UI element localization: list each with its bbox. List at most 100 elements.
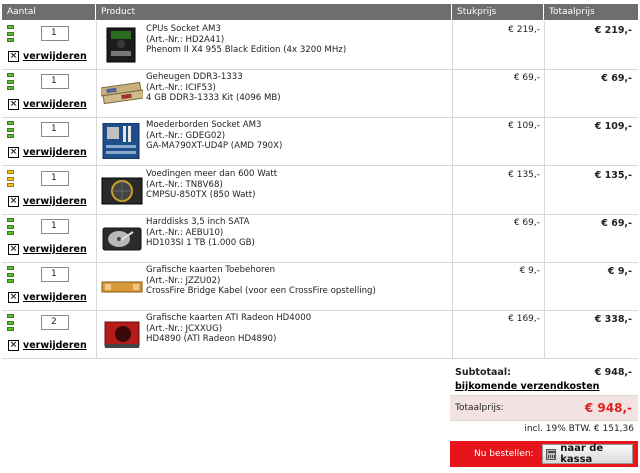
product-description: Grafische kaarten ATI Radeon HD4000 (Art.… — [146, 313, 311, 345]
quantity-input[interactable]: 1 — [41, 122, 69, 137]
column-divider — [96, 166, 97, 214]
column-divider — [96, 117, 97, 165]
remove-label: verwijderen — [23, 98, 87, 110]
header-stukprijs: Stukprijs — [452, 4, 544, 20]
product-artnr: (Art.-Nr.: AEBU10) — [146, 227, 224, 238]
checkout-bar: Nu bestellen: naar de kassa — [450, 441, 638, 467]
remove-item-button[interactable]: × verwijderen — [8, 146, 87, 158]
remove-item-button[interactable]: × verwijderen — [8, 243, 87, 255]
product-description: Geheugen DDR3-1333 (Art.-Nr.: ICIF53) 4 GB… — [146, 72, 281, 104]
unit-price: € 219,- — [508, 25, 540, 35]
close-icon: × — [8, 243, 19, 255]
column-divider — [96, 214, 97, 262]
cpu-box-image[interactable] — [101, 27, 143, 63]
product-name: HD4890 (ATI Radeon HD4890) — [146, 334, 277, 344]
product-name: CrossFire Bridge Kabel (voor een CrossFi… — [146, 286, 376, 296]
remove-label: verwijderen — [23, 243, 87, 255]
product-category[interactable]: Harddisks 3,5 inch SATA — [146, 217, 255, 228]
header-totaalprijs: Totaalprijs — [549, 7, 595, 17]
cart-row: 1 × verwijderen Harddisks 3,5 inch SATA (Art… — [2, 214, 638, 263]
remove-label: verwijderen — [23, 50, 87, 62]
product-category[interactable]: Grafische kaarten ATI Radeon HD4000 — [146, 313, 311, 324]
remove-label: verwijderen — [23, 195, 87, 207]
shipping-costs-link[interactable]: bijkomende verzendkosten — [455, 381, 599, 392]
quantity-input[interactable]: 1 — [41, 171, 69, 186]
cash-register-icon — [546, 448, 557, 460]
product-description: Harddisks 3,5 inch SATA (Art.-Nr.: AEBU10… — [146, 217, 255, 249]
product-description: Voedingen meer dan 600 Watt (Art.-Nr.: TN… — [146, 169, 277, 201]
crossfire-bridge-image[interactable] — [101, 268, 143, 304]
remove-item-button[interactable]: × verwijderen — [8, 98, 87, 110]
close-icon: × — [8, 146, 19, 158]
product-artnr: (Art.-Nr.: ICIF53) — [146, 82, 216, 93]
quantity-input[interactable]: 1 — [41, 219, 69, 234]
header-product: Product — [96, 4, 452, 20]
line-total: € 109,- — [594, 121, 632, 132]
quantity-input[interactable]: 1 — [41, 26, 69, 41]
line-total: € 69,- — [601, 73, 632, 84]
product-name: CMPSU-850TX (850 Watt) — [146, 190, 256, 200]
unit-price: € 169,- — [508, 314, 540, 324]
graphics-card-image[interactable] — [101, 316, 143, 352]
quantity-input[interactable]: 1 — [41, 74, 69, 89]
quantity-input[interactable]: 1 — [41, 267, 69, 282]
remove-label: verwijderen — [23, 291, 87, 303]
cart-row: 1 × verwijderen Geheugen DDR3-1333 (Art.-Nr.… — [2, 69, 638, 118]
product-artnr: (Art.-Nr.: JCXXUG) — [146, 323, 223, 334]
header-aantal: Aantal — [2, 4, 96, 20]
product-artnr: (Art.-Nr.: JZZU02) — [146, 275, 221, 286]
total-label: Totaalprijs: — [455, 403, 504, 413]
column-divider — [96, 310, 97, 358]
cart-row: 1 × verwijderen Grafische kaarten Toebehore… — [2, 262, 638, 311]
line-total: € 9,- — [607, 266, 632, 277]
column-divider — [96, 262, 97, 310]
unit-price: € 69,- — [513, 73, 540, 83]
stock-indicator-icon — [7, 266, 14, 283]
harddisk-image[interactable] — [101, 220, 143, 256]
line-total: € 135,- — [594, 170, 632, 181]
checkout-button-label: naar de kassa — [560, 443, 604, 465]
ram-modules-image[interactable] — [99, 75, 145, 111]
total-value: € 948,- — [584, 401, 632, 415]
product-description: Grafische kaarten Toebehoren (Art.-Nr.: J… — [146, 265, 376, 297]
table-header: Aantal Product Stukprijs Totaalprijs — [2, 4, 638, 20]
product-description: Moederborden Socket AM3 (Art.-Nr.: GDEG02… — [146, 120, 282, 152]
remove-item-button[interactable]: × verwijderen — [8, 291, 87, 303]
cart-row: 1 × verwijderen Moederborden Socket AM3 (Art… — [2, 117, 638, 166]
line-total: € 219,- — [594, 25, 632, 36]
remove-label: verwijderen — [23, 339, 87, 351]
remove-item-button[interactable]: × verwijderen — [8, 339, 87, 351]
stock-indicator-icon — [7, 314, 14, 331]
product-category[interactable]: CPUs Socket AM3 — [146, 24, 346, 35]
stock-indicator-icon — [7, 121, 14, 138]
close-icon: × — [8, 291, 19, 303]
remove-item-button[interactable]: × verwijderen — [8, 50, 87, 62]
product-name: 4 GB DDR3-1333 Kit (4096 MB) — [146, 93, 281, 103]
product-name: GA-MA790XT-UD4P (AMD 790X) — [146, 141, 283, 151]
product-category[interactable]: Grafische kaarten Toebehoren — [146, 265, 376, 276]
total-price-box: Totaalprijs: € 948,- — [450, 395, 638, 421]
close-icon: × — [8, 339, 19, 351]
product-artnr: (Art.-Nr.: TN8V68) — [146, 179, 223, 190]
stock-indicator-icon — [7, 73, 14, 90]
cart-row: 2 × verwijderen Grafische kaarten ATI Radeo… — [2, 310, 638, 359]
close-icon: × — [8, 98, 19, 110]
line-total: € 338,- — [594, 314, 632, 325]
quantity-input[interactable]: 2 — [41, 315, 69, 330]
unit-price: € 9,- — [519, 266, 540, 276]
motherboard-image[interactable] — [101, 122, 143, 160]
product-category[interactable]: Moederborden Socket AM3 — [146, 120, 282, 131]
subtotal-label: Subtotaal: — [455, 367, 511, 378]
power-supply-image[interactable] — [101, 172, 143, 208]
remove-label: verwijderen — [23, 146, 87, 158]
remove-item-button[interactable]: × verwijderen — [8, 195, 87, 207]
column-divider — [96, 69, 97, 117]
product-category[interactable]: Geheugen DDR3-1333 — [146, 72, 281, 83]
product-category[interactable]: Voedingen meer dan 600 Watt — [146, 169, 277, 180]
subtotal-value: € 948,- — [594, 367, 632, 378]
stock-indicator-icon — [7, 218, 14, 235]
checkout-button[interactable]: naar de kassa — [542, 443, 633, 465]
vat-text: incl. 19% BTW. € 151,36 — [524, 424, 634, 434]
unit-price: € 135,- — [508, 170, 540, 180]
product-artnr: (Art.-Nr.: GDEG02) — [146, 130, 226, 141]
